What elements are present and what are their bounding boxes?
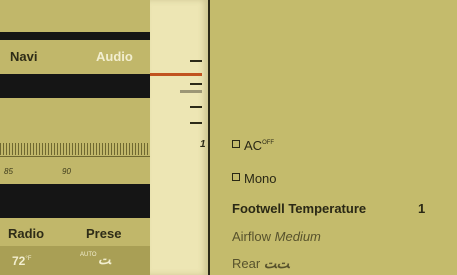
strip-marker-number: 1: [200, 139, 206, 150]
frequency-scale-baseline: [0, 156, 150, 157]
scroll-tick: [190, 83, 202, 85]
menu-item-rear[interactable]: Rear ﺖﺖ: [232, 256, 289, 272]
selector-strip[interactable]: [150, 0, 209, 275]
rear-label: Rear: [232, 256, 261, 271]
auto-label: AUTO: [80, 252, 97, 258]
scroll-tick: [190, 122, 202, 124]
divider-band: [0, 184, 150, 218]
mono-label: Mono: [244, 171, 277, 186]
frequency-scale: [0, 143, 150, 155]
scale-tick-label: 90: [62, 167, 71, 176]
scroll-tick: [190, 60, 202, 62]
fan-icon: ﺖ: [98, 252, 111, 267]
top-band: [0, 0, 150, 32]
ac-state: OFF: [262, 140, 275, 146]
left-panel: Navi Audio 85 90 Radio Prese 72°F AUTO ﺖ: [0, 0, 150, 275]
divider-band: [0, 74, 150, 98]
ac-label: AC: [244, 138, 263, 153]
airflow-label: Airflow: [232, 229, 272, 244]
temperature-unit: °F: [25, 256, 32, 262]
footwell-label: Footwell Temperature: [232, 201, 367, 216]
mono-checkbox[interactable]: [232, 173, 240, 181]
airflow-value: Medium: [274, 229, 321, 244]
temperature-value: 72: [12, 254, 26, 268]
radio-button[interactable]: Radio: [8, 226, 44, 241]
presets-button[interactable]: Prese: [86, 226, 121, 241]
nav-audio-item[interactable]: Audio: [96, 49, 133, 64]
selection-marker: [150, 73, 202, 76]
menu-item-ac[interactable]: ACOFF: [232, 138, 274, 153]
nav-navi-item[interactable]: Navi: [10, 49, 37, 64]
divider-band: [0, 32, 150, 40]
scroll-thumb[interactable]: [180, 90, 202, 93]
footwell-value: 1: [418, 201, 426, 216]
temperature-readout: 72°F: [12, 254, 31, 268]
menu-item-airflow[interactable]: Airflow Medium: [232, 229, 321, 244]
menu-item-mono[interactable]: Mono: [232, 171, 277, 186]
scale-tick-label: 85: [4, 167, 13, 176]
menu-item-footwell-temperature[interactable]: Footwell Temperature: [232, 201, 366, 216]
radio-scale-band: [0, 98, 150, 184]
scroll-tick: [190, 106, 202, 108]
rear-fan-icon: ﺖﺖ: [263, 256, 290, 271]
ac-checkbox[interactable]: [232, 140, 240, 148]
